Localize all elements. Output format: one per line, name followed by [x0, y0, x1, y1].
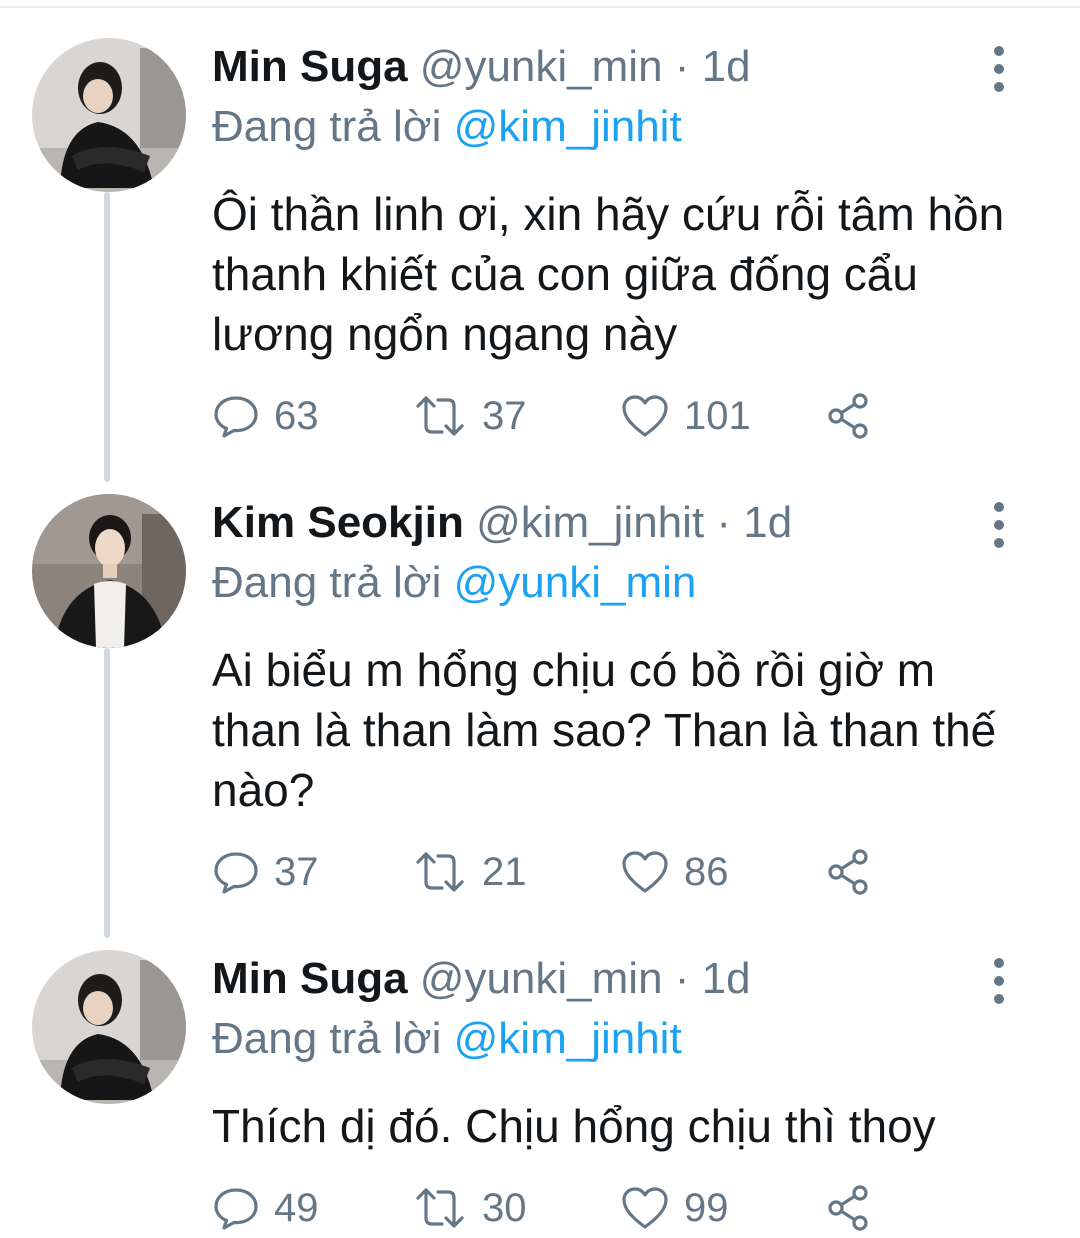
- reply-to-handle[interactable]: @yunki_min: [454, 558, 697, 607]
- retweet-icon: [416, 396, 464, 436]
- tweet-1[interactable]: Min Suga @yunki_min · 1d Đang trả lời @k…: [0, 38, 1080, 458]
- retweet-icon: [416, 852, 464, 892]
- reply-icon: [214, 1188, 258, 1230]
- reply-prefix: Đang trả lời: [212, 558, 442, 607]
- like-count: 101: [684, 393, 751, 438]
- more-vertical-icon[interactable]: [984, 46, 1014, 92]
- tweet-header: Min Suga @yunki_min · 1d: [212, 38, 751, 96]
- separator: ·: [674, 42, 690, 91]
- tweet-3[interactable]: Min Suga @yunki_min · 1d Đang trả lời @k…: [0, 950, 1080, 1231]
- avatar[interactable]: [32, 38, 186, 192]
- reply-count: 63: [274, 393, 319, 438]
- timestamp[interactable]: 1d: [702, 954, 751, 1003]
- top-divider: [0, 6, 1080, 8]
- share-button[interactable]: [824, 1178, 888, 1238]
- avatar[interactable]: [32, 950, 186, 1104]
- reply-icon: [214, 852, 258, 894]
- like-button[interactable]: 86: [620, 842, 729, 902]
- retweet-button[interactable]: 21: [412, 842, 527, 902]
- heart-icon: [622, 395, 668, 437]
- action-bar: 49 30 99: [212, 1178, 912, 1238]
- reply-count: 49: [274, 1185, 319, 1230]
- tweet-header: Min Suga @yunki_min · 1d: [212, 950, 751, 1008]
- retweet-button[interactable]: 37: [412, 386, 527, 446]
- retweet-button[interactable]: 30: [412, 1178, 527, 1238]
- action-bar: 37 21 86: [212, 842, 912, 902]
- author-handle[interactable]: @kim_jinhit: [476, 498, 704, 547]
- retweet-count: 21: [482, 849, 527, 894]
- reply-count: 37: [274, 849, 319, 894]
- more-vertical-icon[interactable]: [984, 502, 1014, 548]
- reply-button[interactable]: 49: [212, 1178, 319, 1238]
- like-button[interactable]: 99: [620, 1178, 729, 1238]
- reply-button[interactable]: 37: [212, 842, 319, 902]
- separator: ·: [716, 498, 732, 547]
- avatar[interactable]: [32, 494, 186, 648]
- heart-icon: [622, 851, 668, 893]
- author-name[interactable]: Min Suga: [212, 954, 408, 1003]
- tweet-text: Ôi thần linh ơi, xin hãy cứu rỗi tâm hồn…: [212, 188, 1005, 360]
- action-bar: 63 37 101: [212, 386, 912, 446]
- share-button[interactable]: [824, 842, 888, 902]
- author-name[interactable]: Kim Seokjin: [212, 498, 464, 547]
- heart-icon: [622, 1187, 668, 1229]
- like-count: 86: [684, 849, 729, 894]
- share-icon: [828, 849, 868, 895]
- timestamp[interactable]: 1d: [702, 42, 751, 91]
- replying-to: Đang trả lời @kim_jinhit: [212, 1010, 682, 1068]
- like-count: 99: [684, 1185, 729, 1230]
- reply-icon: [214, 396, 258, 438]
- replying-to: Đang trả lời @kim_jinhit: [212, 98, 682, 156]
- reply-to-handle[interactable]: @kim_jinhit: [454, 1014, 682, 1063]
- author-handle[interactable]: @yunki_min: [420, 954, 663, 1003]
- tweet-text: Thích dị đó. Chịu hổng chịu thì thoy: [212, 1100, 936, 1152]
- tweet-header: Kim Seokjin @kim_jinhit · 1d: [212, 494, 792, 552]
- reply-prefix: Đang trả lời: [212, 1014, 442, 1063]
- tweet-text: Ai biểu m hổng chịu có bồ rồi giờ m than…: [212, 644, 997, 816]
- tweet-2[interactable]: Kim Seokjin @kim_jinhit · 1d Đang trả lờ…: [0, 494, 1080, 914]
- timestamp[interactable]: 1d: [743, 498, 792, 547]
- retweet-count: 37: [482, 393, 527, 438]
- retweet-icon: [416, 1188, 464, 1228]
- share-icon: [828, 1185, 868, 1231]
- share-button[interactable]: [824, 386, 888, 446]
- reply-to-handle[interactable]: @kim_jinhit: [454, 102, 682, 151]
- share-icon: [828, 393, 868, 439]
- separator: ·: [674, 954, 690, 1003]
- author-handle[interactable]: @yunki_min: [420, 42, 663, 91]
- author-name[interactable]: Min Suga: [212, 42, 408, 91]
- replying-to: Đang trả lời @yunki_min: [212, 554, 696, 612]
- reply-prefix: Đang trả lời: [212, 102, 442, 151]
- more-vertical-icon[interactable]: [984, 958, 1014, 1004]
- reply-button[interactable]: 63: [212, 386, 319, 446]
- like-button[interactable]: 101: [620, 386, 751, 446]
- retweet-count: 30: [482, 1185, 527, 1230]
